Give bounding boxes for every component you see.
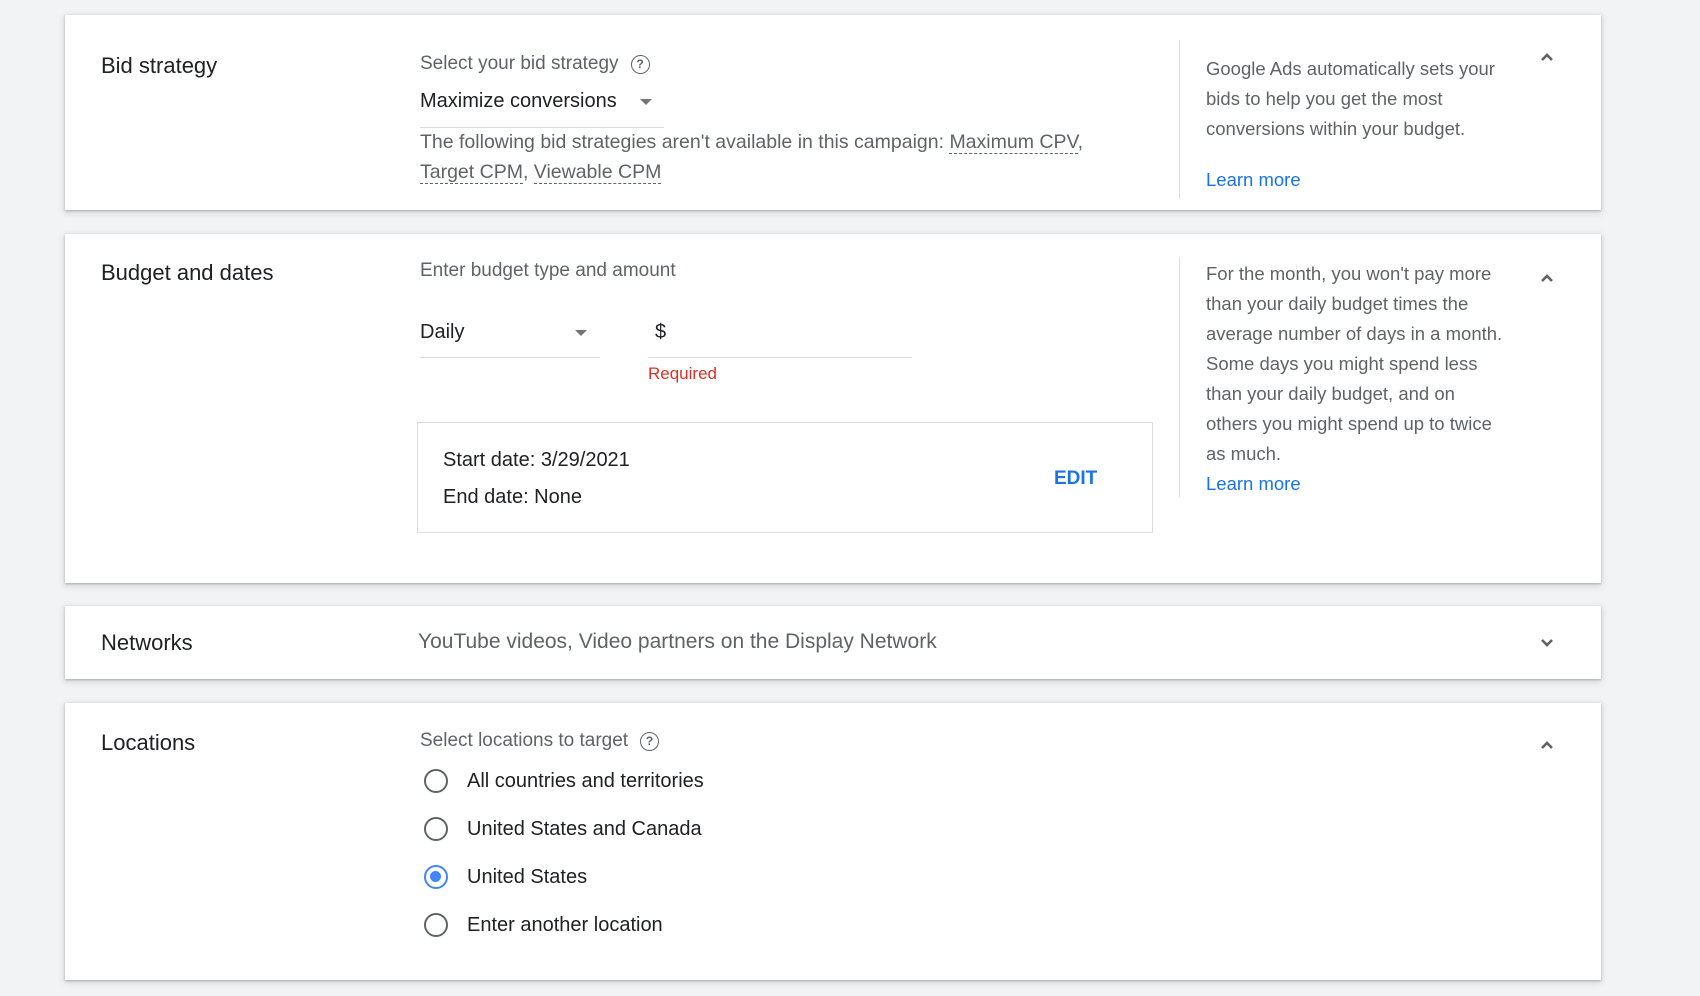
- bid-strategy-dropdown[interactable]: Maximize conversions: [420, 87, 664, 128]
- radio-label: United States and Canada: [467, 817, 702, 840]
- bid-strategy-section: Bid strategy Select your bid strategy? M…: [65, 15, 1601, 210]
- bid-strategy-label: Select your bid strategy?: [420, 53, 650, 75]
- collapse-chevron-up-icon[interactable]: [1535, 733, 1559, 757]
- start-date: Start date: 3/29/2021: [443, 449, 630, 471]
- unavailable-strategies-note: The following bid strategies aren't avai…: [420, 131, 1084, 184]
- bid-strategy-help-text: Google Ads automatically sets your bids …: [1206, 58, 1495, 139]
- radio-checked-icon[interactable]: [424, 865, 448, 889]
- section-title: Networks: [101, 630, 193, 655]
- dropdown-arrow-icon: [575, 330, 587, 336]
- help-circle-icon[interactable]: ?: [640, 732, 660, 751]
- bid-strategy-label-text: Select your bid strategy: [420, 53, 619, 74]
- radio-unchecked-icon[interactable]: [424, 817, 448, 841]
- locations-section: Locations Select locations to target? Al…: [65, 703, 1601, 980]
- location-option-all[interactable]: All countries and territories: [420, 764, 704, 798]
- edit-dates-button[interactable]: EDIT: [1054, 468, 1097, 490]
- help-circle-icon[interactable]: ?: [630, 55, 650, 74]
- location-option-us[interactable]: United States: [420, 860, 587, 894]
- bid-strategy-help-panel: Google Ads automatically sets your bids …: [1179, 40, 1506, 198]
- section-title: Budget and dates: [101, 260, 274, 285]
- section-title: Bid strategy: [101, 53, 218, 78]
- learn-more-link[interactable]: Learn more: [1206, 165, 1506, 195]
- currency-symbol: $: [655, 321, 667, 343]
- budget-label: Enter budget type and amount: [420, 260, 676, 281]
- bid-strategy-selected: Maximize conversions: [420, 90, 617, 112]
- strategy-link-viewable-cpm[interactable]: Viewable CPM: [533, 161, 662, 184]
- radio-unchecked-icon[interactable]: [424, 769, 448, 793]
- location-option-other[interactable]: Enter another location: [420, 908, 663, 942]
- radio-label: United States: [467, 865, 588, 888]
- budget-amount-error: Required: [648, 364, 717, 383]
- budget-dates-section: Budget and dates Enter budget type and a…: [65, 234, 1601, 583]
- unavailable-prefix: The following bid strategies aren't avai…: [420, 131, 945, 153]
- budget-type-selected: Daily: [420, 321, 465, 343]
- collapse-chevron-up-icon[interactable]: [1535, 45, 1559, 69]
- radio-label: Enter another location: [467, 913, 663, 936]
- radio-label: All countries and territories: [467, 769, 704, 792]
- budget-help-text: For the month, you won't pay more than y…: [1206, 263, 1503, 464]
- networks-section[interactable]: Networks YouTube videos, Video partners …: [65, 606, 1601, 679]
- section-title: Locations: [101, 730, 196, 755]
- dropdown-arrow-icon: [640, 99, 652, 105]
- locations-label-text: Select locations to target: [420, 730, 629, 751]
- budget-type-dropdown[interactable]: Daily: [420, 317, 600, 358]
- learn-more-link[interactable]: Learn more: [1206, 469, 1506, 499]
- locations-label: Select locations to target?: [420, 730, 660, 752]
- strategy-link-maximum-cpv[interactable]: Maximum CPV: [949, 131, 1078, 154]
- location-option-us-canada[interactable]: United States and Canada: [420, 812, 702, 846]
- networks-summary: YouTube videos, Video partners on the Di…: [418, 630, 937, 653]
- radio-unchecked-icon[interactable]: [424, 913, 448, 937]
- date-summary-box: Start date: 3/29/2021 End date: None EDI…: [417, 422, 1153, 533]
- budget-help-panel: For the month, you won't pay more than y…: [1179, 257, 1506, 497]
- strategy-link-target-cpm[interactable]: Target CPM: [420, 161, 523, 184]
- expand-chevron-down-icon[interactable]: [1535, 630, 1559, 654]
- budget-amount-input[interactable]: $: [648, 317, 912, 358]
- collapse-chevron-up-icon[interactable]: [1535, 266, 1559, 290]
- end-date: End date: None: [443, 486, 582, 508]
